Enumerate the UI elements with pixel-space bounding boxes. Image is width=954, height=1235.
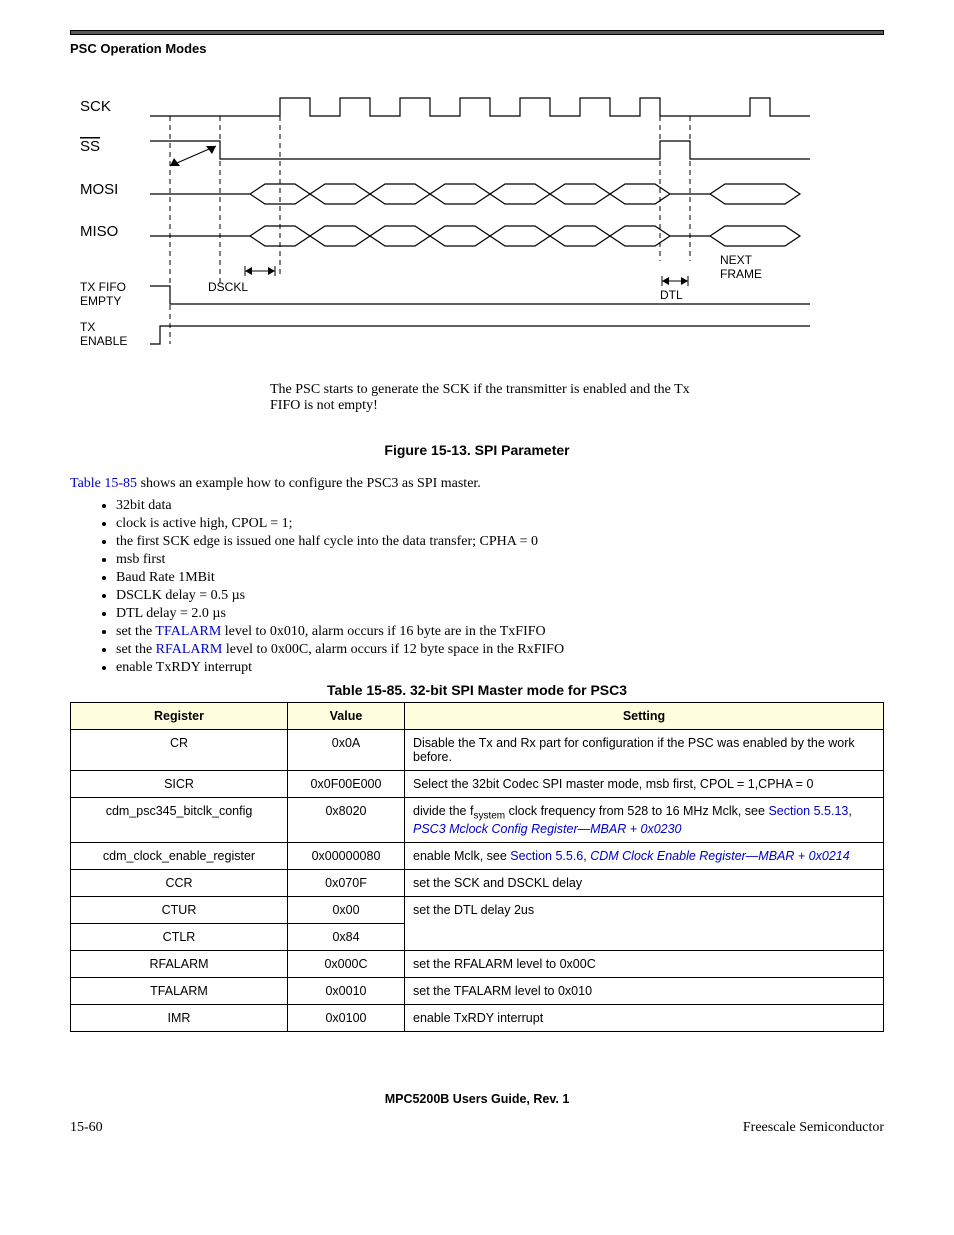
cell-setting: set the RFALARM level to 0x00C (405, 950, 884, 977)
label-dtl: DTL (660, 288, 683, 302)
cell-value: 0x8020 (288, 798, 405, 843)
link[interactable]: Section 5.5.6 (510, 849, 583, 863)
cell-register: IMR (71, 1004, 288, 1031)
cell-register: CTLR (71, 923, 288, 950)
label-empty: EMPTY (80, 294, 121, 308)
table-row: CR0x0ADisable the Tx and Rx part for con… (71, 730, 884, 771)
cell-register: SICR (71, 771, 288, 798)
cell-setting: divide the fsystem clock frequency from … (405, 798, 884, 843)
cell-setting: set the SCK and DSCKL delay (405, 869, 884, 896)
link[interactable]: RFALARM (156, 642, 223, 657)
cell-setting: Disable the Tx and Rx part for configura… (405, 730, 884, 771)
list-item: clock is active high, CPOL = 1; (116, 516, 884, 532)
cell-value: 0x070F (288, 869, 405, 896)
link[interactable]: Section 5.5.13 (768, 804, 848, 818)
cell-setting: set the DTL delay 2us (405, 896, 884, 950)
cell-value: 0x00000080 (288, 842, 405, 869)
th-setting: Setting (405, 703, 884, 730)
list-item: enable TxRDY interrupt (116, 660, 884, 676)
diagram-caption-text: The PSC starts to generate the SCK if th… (270, 382, 720, 414)
cell-setting: set the TFALARM level to 0x010 (405, 977, 884, 1004)
table-row: cdm_clock_enable_register0x00000080enabl… (71, 842, 884, 869)
th-value: Value (288, 703, 405, 730)
list-item: msb first (116, 552, 884, 568)
table-row: TFALARM0x0010set the TFALARM level to 0x… (71, 977, 884, 1004)
list-item: DTL delay = 2.0 µs (116, 606, 884, 622)
cell-value: 0x0100 (288, 1004, 405, 1031)
table-row: RFALARM0x000Cset the RFALARM level to 0x… (71, 950, 884, 977)
cell-register: cdm_psc345_bitclk_config (71, 798, 288, 843)
figure-caption: Figure 15-13. SPI Parameter (70, 442, 884, 458)
bullet-list: 32bit data clock is active high, CPOL = 1… (116, 498, 884, 676)
cell-value: 0x0010 (288, 977, 405, 1004)
cell-register: TFALARM (71, 977, 288, 1004)
cell-register: CR (71, 730, 288, 771)
footer: MPC5200B Users Guide, Rev. 1 15-60 Frees… (70, 1092, 884, 1136)
link[interactable]: PSC3 Mclock Config Register—MBAR + 0x023… (413, 822, 682, 836)
table-row: SICR0x0F00E000Select the 32bit Codec SPI… (71, 771, 884, 798)
cell-value: 0x0A (288, 730, 405, 771)
cell-setting: Select the 32bit Codec SPI master mode, … (405, 771, 884, 798)
cell-value: 0x84 (288, 923, 405, 950)
register-table: Register Value Setting CR0x0ADisable the… (70, 702, 884, 1032)
cell-register: CTUR (71, 896, 288, 923)
footer-center: MPC5200B Users Guide, Rev. 1 (70, 1092, 884, 1106)
table-row: CCR0x070Fset the SCK and DSCKL delay (71, 869, 884, 896)
link[interactable]: TFALARM (155, 624, 221, 639)
label-ss: SS (80, 138, 100, 155)
table-row: CTUR0x00set the DTL delay 2us (71, 896, 884, 923)
table-row: cdm_psc345_bitclk_config0x8020divide the… (71, 798, 884, 843)
list-item: 32bit data (116, 498, 884, 514)
cell-register: RFALARM (71, 950, 288, 977)
list-item: set the TFALARM level to 0x010, alarm oc… (116, 624, 884, 640)
timing-diagram: .lbl { font: 15px Arial, sans-serif; } .… (70, 86, 884, 376)
list-item: Baud Rate 1MBit (116, 570, 884, 586)
cell-value: 0x0F00E000 (288, 771, 405, 798)
cell-value: 0x00 (288, 896, 405, 923)
label-mosi: MOSI (80, 181, 118, 198)
cell-setting: enable Mclk, see Section 5.5.6, CDM Cloc… (405, 842, 884, 869)
label-enable: ENABLE (80, 334, 127, 348)
intro-ref-link[interactable]: Table 15-85 (70, 476, 137, 491)
footer-left: 15-60 (70, 1120, 103, 1136)
label-tx: TX (80, 320, 95, 334)
label-miso: MISO (80, 223, 118, 240)
link[interactable]: CDM Clock Enable Register—MBAR + 0x0214 (590, 849, 849, 863)
cell-register: CCR (71, 869, 288, 896)
list-item: the first SCK edge is issued one half cy… (116, 534, 884, 550)
label-next: NEXT (720, 253, 753, 267)
cell-register: cdm_clock_enable_register (71, 842, 288, 869)
cell-setting: enable TxRDY interrupt (405, 1004, 884, 1031)
th-register: Register (71, 703, 288, 730)
cell-value: 0x000C (288, 950, 405, 977)
footer-right: Freescale Semiconductor (743, 1120, 884, 1136)
top-rule (70, 30, 884, 35)
section-header: PSC Operation Modes (70, 41, 884, 56)
table-row: IMR0x0100enable TxRDY interrupt (71, 1004, 884, 1031)
intro-tail: shows an example how to configure the PS… (137, 476, 481, 491)
label-dsckl: DSCKL (208, 280, 248, 294)
label-txfifo: TX FIFO (80, 280, 126, 294)
list-item: DSCLK delay = 0.5 µs (116, 588, 884, 604)
label-sck: SCK (80, 98, 111, 115)
label-frame: FRAME (720, 267, 762, 281)
table-caption: Table 15-85. 32-bit SPI Master mode for … (70, 682, 884, 698)
intro-text: Table 15-85 shows an example how to conf… (70, 476, 884, 492)
list-item: set the RFALARM level to 0x00C, alarm oc… (116, 642, 884, 658)
